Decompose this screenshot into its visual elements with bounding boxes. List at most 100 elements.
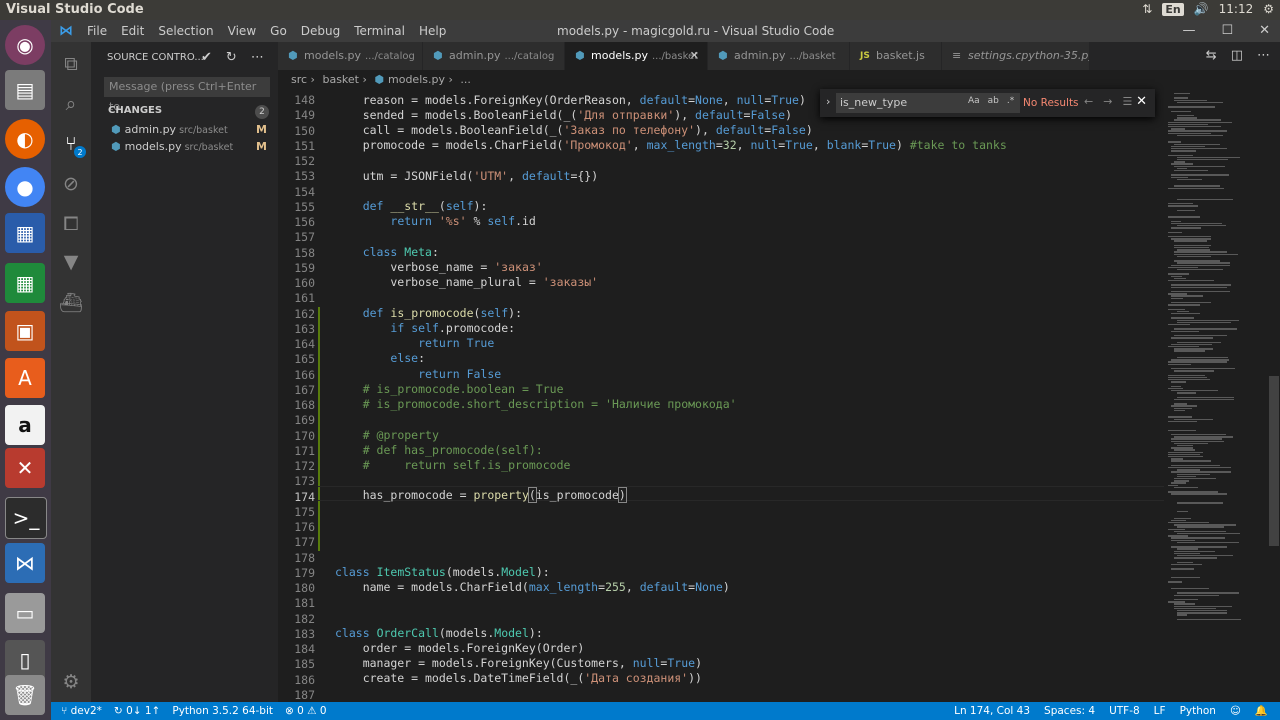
drive-icon[interactable]: ▭ [5,593,45,633]
clock[interactable]: 11:12 [1219,2,1254,16]
scrollbar-thumb[interactable] [1269,376,1279,546]
settings-icon[interactable]: ✕ [5,448,45,488]
volume-icon[interactable]: 🔊 [1194,2,1209,16]
minimap[interactable] [1164,89,1268,702]
whole-word-icon[interactable]: ab [988,96,999,106]
line-number: 179 [294,565,315,580]
amazon-icon[interactable]: a [5,405,45,445]
manage-gear-icon[interactable]: ⚙ [51,662,91,702]
commit-message-input[interactable]: Message (press Ctrl+Enter to [104,77,270,113]
firefox-icon[interactable]: ◐ [5,119,45,159]
feedback-smiley-icon[interactable]: ☺ [1230,702,1241,720]
menu-terminal[interactable]: Terminal [354,24,405,38]
menu-debug[interactable]: Debug [301,24,340,38]
terminal-icon[interactable]: >_ [5,497,47,539]
language-mode[interactable]: Python [1180,702,1216,720]
menu-file[interactable]: File [87,24,107,38]
open-changes-icon[interactable]: ⇆ [1206,48,1217,63]
extensions-icon[interactable]: ⧠ [51,204,91,244]
changed-file-item[interactable]: ⬢ models.py src/basket M [111,140,271,153]
minimap-line [1177,469,1200,471]
refresh-icon[interactable]: ↻ [226,50,237,65]
end-of-line[interactable]: LF [1154,702,1166,720]
git-branch[interactable]: ⑂ dev2* [61,702,102,720]
indentation[interactable]: Spaces: 4 [1044,702,1095,720]
changed-file-item[interactable]: ⬢ admin.py src/basket M [111,123,271,136]
debug-icon[interactable]: ⊘ [51,164,91,204]
python-interpreter[interactable]: Python 3.5.2 64-bit [172,702,273,720]
regex-icon[interactable]: .* [1007,96,1014,106]
software-center-icon[interactable]: A [5,358,45,398]
tab-basket-admin[interactable]: ⬢ admin.py .../basket [708,42,850,70]
trash-icon[interactable]: 🗑 [5,675,45,715]
minimap-line [1174,247,1210,249]
problems-indicator[interactable]: ⊗ 0 ⚠ 0 [285,702,327,720]
menu-go[interactable]: Go [270,24,287,38]
maximize-icon[interactable]: ☐ [1221,23,1233,38]
calc-icon[interactable]: ▦ [5,263,45,303]
commit-check-icon[interactable]: ✔ [201,50,212,65]
menu-help[interactable]: Help [419,24,446,38]
source-control-icon[interactable]: ⑂ 2 [51,124,91,164]
minimap-line [1177,445,1193,447]
toggle-replace-chevron-icon[interactable]: › [826,95,830,108]
code-line: class ItemStatus(models.Model): [335,565,550,579]
explorer-icon[interactable]: ⧉ [51,44,91,84]
menu-selection[interactable]: Selection [158,24,213,38]
git-sync[interactable]: ↻ 0↓ 1↑ [114,702,160,720]
code-editor[interactable]: 148 149 150 151 152 153 154 155 156 157 158 159 160 1… [278,89,1164,702]
more-actions-icon[interactable]: ⋯ [1257,48,1270,63]
match-case-icon[interactable]: Aa [968,96,980,106]
changes-header[interactable]: CHANGES [108,105,162,116]
breadcrumb-file[interactable]: models.py [388,73,445,86]
search-icon[interactable]: ⌕ [51,84,91,124]
breadcrumb-basket[interactable]: basket [322,73,359,86]
python-file-icon: ⬢ [111,123,121,136]
device-icon[interactable]: ▯ [5,640,45,680]
gitlab-icon[interactable]: ▼ [51,242,91,282]
notifications-bell-icon[interactable]: 🔔 [1255,702,1268,720]
encoding[interactable]: UTF-8 [1109,702,1140,720]
minimap-line [1177,198,1234,200]
tab-catalog-admin[interactable]: ⬢ admin.py .../catalog [423,42,565,70]
close-icon[interactable]: ✕ [1259,23,1270,38]
tab-settings-pyc[interactable]: ≡ settings.cpython-35.pyc [942,42,1090,70]
menu-view[interactable]: View [228,24,256,38]
menu-edit[interactable]: Edit [121,24,144,38]
tab-basket-models[interactable]: ⬢ models.py .../basket ✕ [565,42,708,70]
ubuntu-dash-icon[interactable]: ◉ [5,25,45,65]
vertical-scrollbar[interactable] [1268,89,1280,702]
tab-catalog-models[interactable]: ⬢ models.py .../catalog [278,42,423,70]
writer-icon[interactable]: ▦ [5,213,45,253]
line-number: 184 [294,642,315,656]
keyboard-layout-indicator[interactable]: En [1162,2,1184,16]
more-actions-icon[interactable]: ⋯ [251,50,264,65]
split-editor-icon[interactable]: ◫ [1231,48,1243,63]
cursor-position[interactable]: Ln 174, Col 43 [954,702,1030,720]
tab-dir: .../basket [789,51,836,62]
minimap-line [1168,203,1194,205]
breadcrumb-symbol[interactable]: ... [460,73,471,86]
tab-close-icon[interactable]: ✕ [690,42,699,70]
chrome-icon[interactable]: ● [5,167,45,207]
previous-match-icon[interactable]: ← [1084,95,1093,108]
minimize-icon[interactable]: — [1182,23,1195,38]
close-find-icon[interactable]: ✕ [1136,94,1147,109]
minimap-line [1171,368,1235,370]
code-line: # return self.is_promocode [362,458,571,472]
breadcrumb-src[interactable]: src [291,73,307,86]
minimap-line [1177,255,1212,258]
code-line: has_promocode = property(is_promocode) [335,487,627,503]
line-number: 149 [294,108,315,123]
power-icon[interactable]: ⚙ [1263,2,1274,16]
files-icon[interactable]: ▤ [5,70,45,110]
vscode-icon[interactable]: ⋈ [5,543,45,583]
impress-icon[interactable]: ▣ [5,311,45,351]
docker-icon[interactable]: ⛴ [51,282,91,322]
line-number: 153 [294,169,315,184]
sort-icon[interactable]: ⇅ [1142,2,1152,16]
tab-basket-js[interactable]: JS basket.js [850,42,942,70]
next-match-icon[interactable]: → [1103,95,1112,108]
minimap-line [1168,205,1198,207]
find-in-selection-icon[interactable]: ☰ [1122,95,1132,108]
